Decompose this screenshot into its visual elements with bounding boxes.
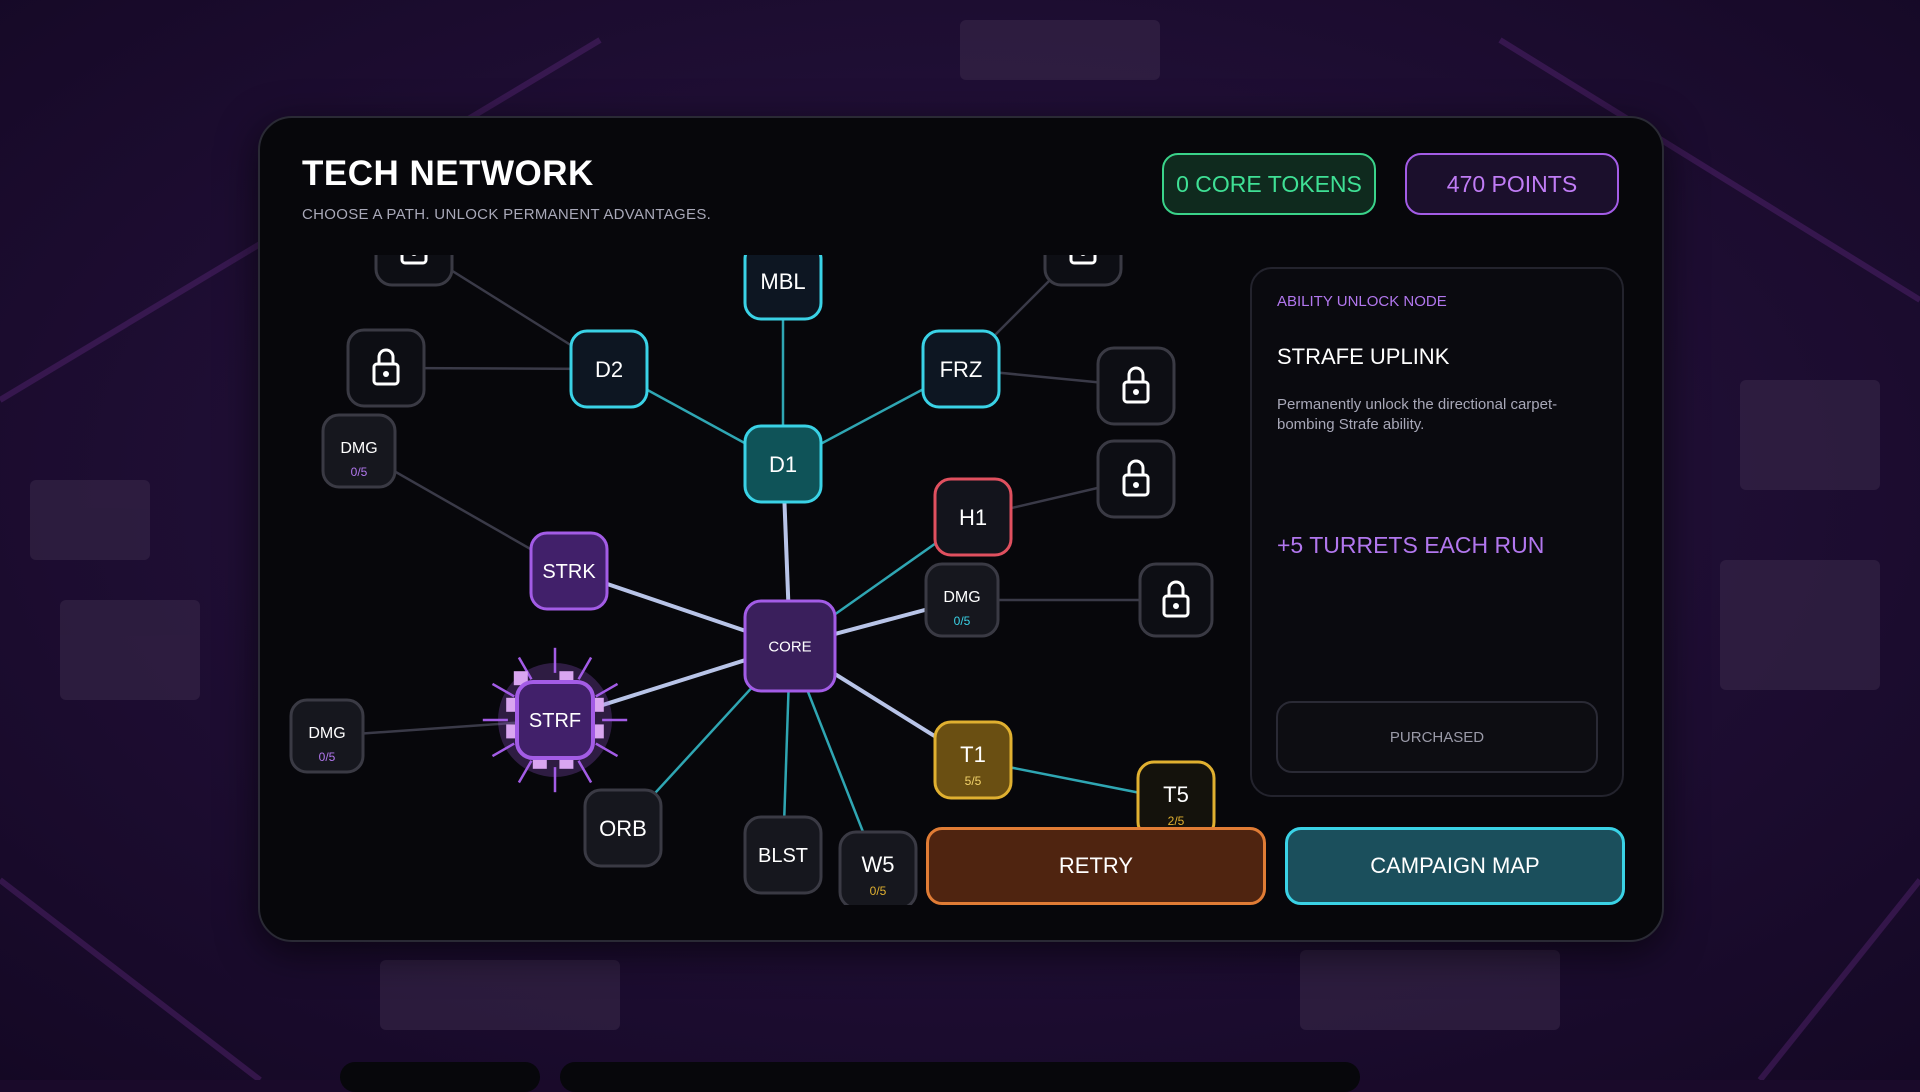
- tech-node-d1[interactable]: D1: [743, 424, 823, 504]
- lock-icon-keyhole: [1173, 603, 1179, 609]
- node-label: T5: [1163, 782, 1189, 807]
- tech-node-strf[interactable]: STRF: [482, 647, 628, 793]
- points-badge: 470 POINTS: [1405, 153, 1619, 215]
- tech-node-lock1[interactable]: [346, 328, 426, 408]
- tree-edges: [326, 255, 1177, 871]
- tech-node-lock5[interactable]: [374, 255, 454, 287]
- node-label: DMG: [308, 725, 345, 742]
- tree-nodes: CORE D1 D2 FRZ MBL STRK STRF H1 T1 5/5 T5 2/5 ORB BLS…: [289, 255, 1216, 905]
- tech-node-dmg2[interactable]: DMG 0/5: [289, 698, 365, 774]
- tech-node-t1[interactable]: T1 5/5: [933, 720, 1013, 800]
- node-label: MBL: [760, 269, 805, 294]
- node-progress: 0/5: [870, 884, 887, 898]
- tech-node-lock4[interactable]: [1138, 562, 1214, 638]
- bottom-hud-center: [560, 1062, 1360, 1092]
- lock-icon-keyhole: [1133, 389, 1139, 395]
- node-label: ORB: [599, 816, 647, 841]
- node-label: DMG: [340, 440, 377, 457]
- tech-node-lock2[interactable]: [1096, 346, 1176, 426]
- tech-node-mbl[interactable]: MBL: [743, 255, 823, 321]
- node-progress: 2/5: [1168, 814, 1185, 828]
- tech-node-strk[interactable]: STRK: [529, 531, 609, 611]
- campaign-map-button[interactable]: CAMPAIGN MAP: [1285, 827, 1625, 905]
- node-label: D2: [595, 357, 623, 382]
- tech-node-d2[interactable]: D2: [569, 329, 649, 409]
- lock-icon-keyhole: [1133, 482, 1139, 488]
- tech-node-w5[interactable]: W5 0/5: [838, 830, 918, 905]
- core-tokens-badge: 0 CORE TOKENS: [1162, 153, 1376, 215]
- node-label: STRF: [529, 710, 581, 732]
- tech-node-lock3[interactable]: [1096, 439, 1176, 519]
- lock-icon-keyhole: [383, 371, 389, 377]
- page-subtitle: CHOOSE A PATH. UNLOCK PERMANENT ADVANTAG…: [302, 206, 712, 223]
- node-box: [1096, 346, 1176, 426]
- tech-node-dmg1[interactable]: DMG 0/5: [321, 413, 397, 489]
- tech-node-frz[interactable]: FRZ: [921, 329, 1001, 409]
- node-label: STRK: [542, 561, 596, 583]
- tech-node-h1[interactable]: H1: [933, 477, 1013, 557]
- node-type-label: ABILITY UNLOCK NODE: [1277, 293, 1447, 310]
- node-bonus: +5 TURRETS EACH RUN: [1277, 532, 1545, 558]
- node-label: FRZ: [940, 357, 983, 382]
- bottom-hud-left: [340, 1062, 540, 1092]
- node-label: T1: [960, 742, 986, 767]
- tech-node-lock6[interactable]: [1043, 255, 1123, 287]
- node-progress: 5/5: [965, 774, 982, 788]
- node-box: [374, 255, 454, 287]
- node-name: STRAFE UPLINK: [1277, 344, 1450, 369]
- purchase-status-button[interactable]: PURCHASED: [1276, 701, 1598, 773]
- node-label: W5: [862, 852, 895, 877]
- tech-tree: CORE D1 D2 FRZ MBL STRK STRF H1 T1 5/5 T5 2/5 ORB BLS…: [289, 255, 1216, 905]
- node-box: [1043, 255, 1123, 287]
- tech-node-core[interactable]: CORE: [743, 599, 837, 693]
- node-label: D1: [769, 452, 797, 477]
- node-description: Permanently unlock the directional carpe…: [1277, 396, 1558, 433]
- tech-node-orb[interactable]: ORB: [583, 788, 663, 868]
- tech-node-dmg3[interactable]: DMG 0/5: [924, 562, 1000, 638]
- page-title: TECH NETWORK: [302, 154, 594, 193]
- node-label: BLST: [758, 845, 808, 867]
- node-box: [1096, 439, 1176, 519]
- node-label: DMG: [943, 589, 980, 606]
- node-box: [1138, 562, 1214, 638]
- tech-node-blst[interactable]: BLST: [743, 815, 823, 895]
- node-progress: 0/5: [319, 750, 336, 764]
- node-box: [346, 328, 426, 408]
- node-progress: 0/5: [351, 465, 368, 479]
- retry-button[interactable]: RETRY: [926, 827, 1266, 905]
- node-label: CORE: [768, 638, 811, 655]
- node-progress: 0/5: [954, 614, 971, 628]
- node-label: H1: [959, 505, 987, 530]
